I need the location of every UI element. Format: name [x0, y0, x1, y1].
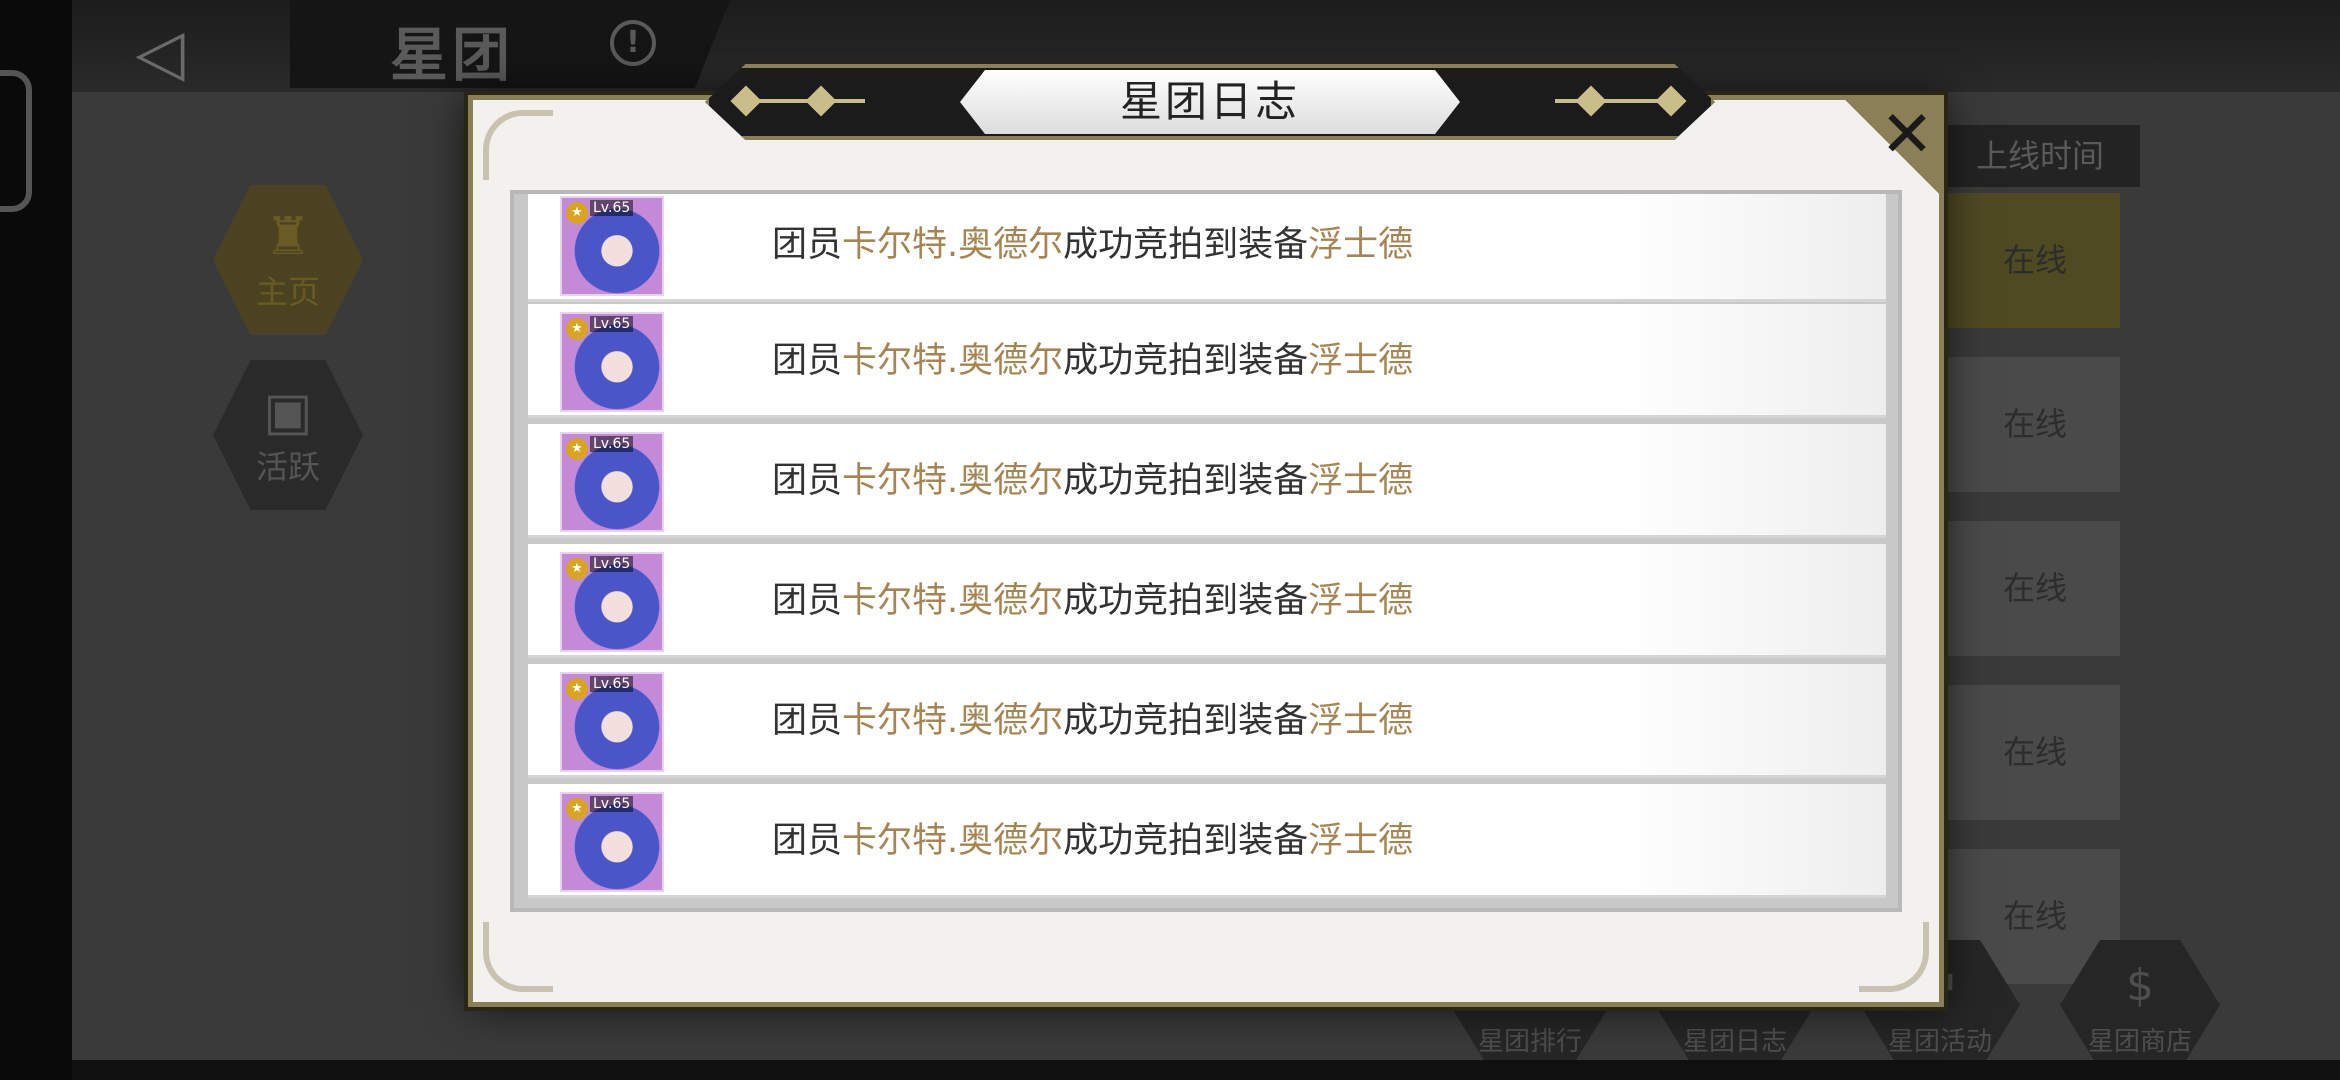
log-action: 成功竞拍到装备 [1063, 461, 1309, 501]
star-icon: ★ [566, 558, 588, 580]
member-avatar[interactable]: ★ Lv.65 [560, 672, 664, 772]
member-name: 卡尔特.奥德尔 [842, 461, 1064, 501]
online-status-text: 在线 [2002, 569, 2067, 607]
log-list[interactable]: ★ Lv.65 团员卡尔特.奥德尔成功竞拍到装备浮士德 ★ Lv.65 团员卡尔… [510, 190, 1902, 912]
online-time-header: 上线时间 [1940, 125, 2140, 187]
item-name: 浮士德 [1308, 461, 1414, 501]
log-entry-text: 团员卡尔特.奥德尔成功竞拍到装备浮士德 [772, 544, 1413, 658]
item-name: 浮士德 [1308, 821, 1414, 861]
log-action: 成功竞拍到装备 [1063, 821, 1309, 861]
shop-icon: $ [2126, 960, 2154, 1011]
member-avatar[interactable]: ★ Lv.65 [560, 432, 664, 532]
log-prefix: 团员 [772, 461, 843, 501]
member-avatar[interactable]: ★ Lv.65 [560, 312, 664, 412]
log-entry: ★ Lv.65 团员卡尔特.奥德尔成功竞拍到装备浮士德 [528, 304, 1886, 418]
star-icon: ★ [566, 318, 588, 340]
online-status-text: 在线 [2002, 733, 2067, 771]
item-name: 浮士德 [1308, 701, 1414, 741]
page-title: 星团 [390, 21, 515, 89]
online-status-text: 在线 [2002, 405, 2067, 443]
log-action: 成功竞拍到装备 [1063, 581, 1309, 621]
log-entry: ★ Lv.65 团员卡尔特.奥德尔成功竞拍到装备浮士德 [528, 784, 1886, 898]
bottom-bar [72, 1060, 2340, 1080]
avatar-level: Lv.65 [590, 796, 634, 812]
log-entry-text: 团员卡尔特.奥德尔成功竞拍到装备浮士德 [772, 424, 1413, 538]
online-status-text: 在线 [2002, 241, 2067, 279]
castle-icon: ♜ [264, 207, 312, 267]
corner-ornament [483, 110, 553, 180]
member-name: 卡尔特.奥德尔 [842, 341, 1064, 381]
item-name: 浮士德 [1308, 225, 1414, 265]
avatar-level: Lv.65 [590, 676, 634, 692]
member-name: 卡尔特.奥德尔 [842, 701, 1064, 741]
member-name: 卡尔特.奥德尔 [842, 821, 1064, 861]
back-arrow-icon[interactable]: ◁ [115, 8, 205, 98]
calendar-icon: ▣ [263, 382, 313, 442]
log-entry-text: 团员卡尔特.奥德尔成功竞拍到装备浮士德 [772, 784, 1413, 898]
log-entry-text: 团员卡尔特.奥德尔成功竞拍到装备浮士德 [772, 304, 1413, 418]
log-entry-text: 团员卡尔特.奥德尔成功竞拍到装备浮士德 [772, 664, 1413, 778]
log-prefix: 团员 [772, 821, 843, 861]
corner-ornament [483, 922, 553, 992]
log-entry: ★ Lv.65 团员卡尔特.奥德尔成功竞拍到装备浮士德 [528, 194, 1886, 302]
star-icon: ★ [566, 202, 588, 224]
log-action: 成功竞拍到装备 [1063, 341, 1309, 381]
log-action: 成功竞拍到装备 [1063, 225, 1309, 265]
corner-ornament [1859, 922, 1929, 992]
item-name: 浮士德 [1308, 341, 1414, 381]
log-entry-text: 团员卡尔特.奥德尔成功竞拍到装备浮士德 [772, 194, 1414, 302]
log-prefix: 团员 [772, 225, 843, 265]
avatar-level: Lv.65 [590, 316, 634, 332]
log-prefix: 团员 [772, 701, 843, 741]
star-icon: ★ [566, 798, 588, 820]
avatar-level: Lv.65 [590, 200, 634, 216]
avatar-level: Lv.65 [590, 436, 634, 452]
member-avatar[interactable]: ★ Lv.65 [560, 196, 664, 296]
log-action: 成功竞拍到装备 [1063, 701, 1309, 741]
member-avatar[interactable]: ★ Lv.65 [560, 552, 664, 652]
log-entry: ★ Lv.65 团员卡尔特.奥德尔成功竞拍到装备浮士德 [528, 424, 1886, 538]
decorative-ring [0, 70, 32, 212]
member-name: 卡尔特.奥德尔 [842, 581, 1064, 621]
log-prefix: 团员 [772, 581, 843, 621]
avatar-level: Lv.65 [590, 556, 634, 572]
item-name: 浮士德 [1308, 581, 1414, 621]
log-entry: ★ Lv.65 团员卡尔特.奥德尔成功竞拍到装备浮士德 [528, 544, 1886, 658]
dialog-title: 星团日志 [1119, 77, 1300, 126]
star-icon: ★ [566, 438, 588, 460]
star-icon: ★ [566, 678, 588, 700]
close-icon[interactable]: ✕ [1872, 100, 1942, 170]
info-icon[interactable]: ! [610, 20, 656, 66]
member-avatar[interactable]: ★ Lv.65 [560, 792, 664, 892]
member-name: 卡尔特.奥德尔 [842, 225, 1064, 265]
log-prefix: 团员 [772, 341, 843, 381]
log-entry: ★ Lv.65 团员卡尔特.奥德尔成功竞拍到装备浮士德 [528, 664, 1886, 778]
